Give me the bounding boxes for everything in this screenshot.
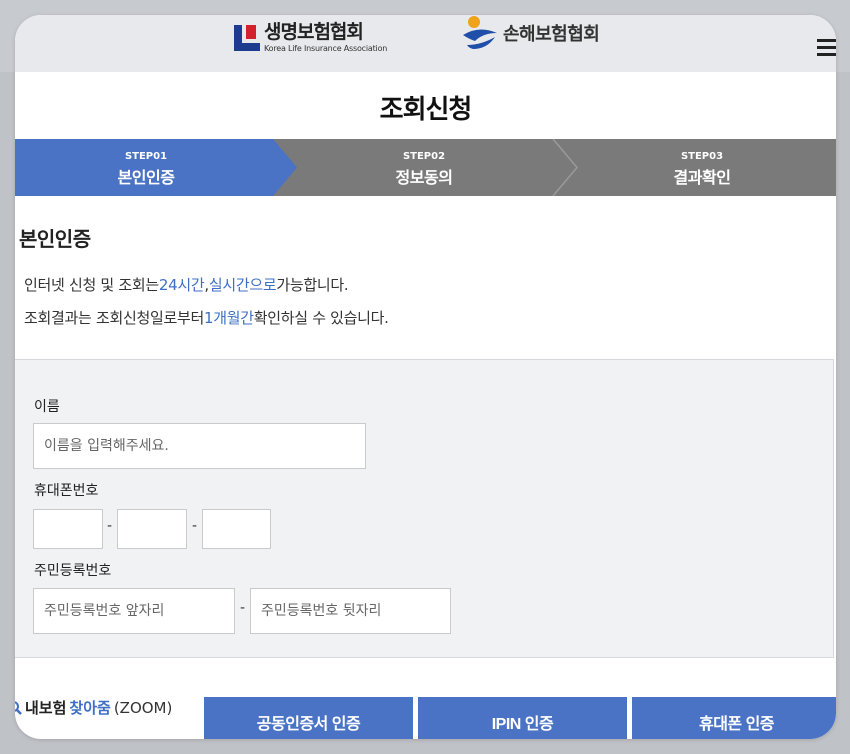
notice-list: 인터넷 신청 및 조회는 24시간, 실시간으로 가능합니다. 조회결과는 조회… xyxy=(15,274,389,340)
step-3-label: 결과확인 xyxy=(673,168,731,187)
phone-label: 휴대폰번호 xyxy=(34,483,99,499)
my-insurance-zoom-link[interactable]: 내보험 찾아줌 (ZOOM) xyxy=(15,697,172,718)
phone-input-2[interactable] xyxy=(117,509,187,549)
step-indicator: STEP01 본인인증 STEP02 정보동의 STEP03 결과확인 xyxy=(15,139,836,196)
name-input[interactable] xyxy=(33,423,366,469)
life-insurance-logo-subtitle: Korea Life Insurance Association xyxy=(264,44,388,53)
name-label: 이름 xyxy=(34,399,60,415)
step-1-number: STEP01 xyxy=(124,151,168,162)
nonlife-insurance-logo[interactable]: 손해보험협회 xyxy=(461,15,600,51)
hamburger-menu-icon[interactable] xyxy=(817,39,836,57)
life-insurance-logo-mark xyxy=(234,25,260,51)
life-insurance-logo[interactable]: 생명보험협회 Korea Life Insurance Association xyxy=(234,20,387,56)
notice-item: 조회결과는 조회신청일로부터 1개월간 확인하실 수 있습니다. xyxy=(15,307,389,328)
step-1: STEP01 본인인증 xyxy=(15,139,285,196)
rrn-separator: - xyxy=(240,600,246,616)
step-2-label: 정보동의 xyxy=(395,168,453,187)
notice-item: 인터넷 신청 및 조회는 24시간, 실시간으로 가능합니다. xyxy=(15,274,389,295)
modal-card: 생명보험협회 Korea Life Insurance Association … xyxy=(15,15,836,739)
header-bar: 생명보험협회 Korea Life Insurance Association … xyxy=(15,15,836,72)
section-heading-text: 본인인증 xyxy=(19,227,91,251)
phone-separator: - xyxy=(107,518,113,534)
step-1-label: 본인인증 xyxy=(117,168,175,187)
phone-auth-button[interactable]: 휴대폰 인증 xyxy=(632,697,836,739)
rrn-back-input[interactable] xyxy=(250,588,451,634)
nonlife-insurance-logo-mark xyxy=(461,15,499,51)
life-insurance-logo-title: 생명보험협회 xyxy=(264,21,364,43)
magnifier-icon xyxy=(15,700,22,715)
ipin-auth-button[interactable]: IPIN 인증 xyxy=(418,697,627,739)
cert-auth-button[interactable]: 공동인증서 인증 xyxy=(204,697,413,739)
step-2: STEP02 정보동의 xyxy=(285,139,563,196)
page-title: 조회신청 xyxy=(379,95,473,125)
phone-separator: - xyxy=(192,518,198,534)
step-3: STEP03 결과확인 xyxy=(563,139,836,196)
phone-input-3[interactable] xyxy=(202,509,271,549)
section-heading: 본인인증 xyxy=(15,223,91,252)
phone-input-1[interactable] xyxy=(33,509,103,549)
step-3-number: STEP03 xyxy=(680,151,724,162)
nonlife-insurance-logo-title: 손해보험협회 xyxy=(503,24,600,45)
rrn-label: 주민등록번호 xyxy=(34,563,112,579)
step-2-number: STEP02 xyxy=(402,151,446,162)
rrn-front-input[interactable] xyxy=(33,588,235,634)
verification-form: 이름 휴대폰번호 - - 주민등록번호 - xyxy=(15,359,834,658)
